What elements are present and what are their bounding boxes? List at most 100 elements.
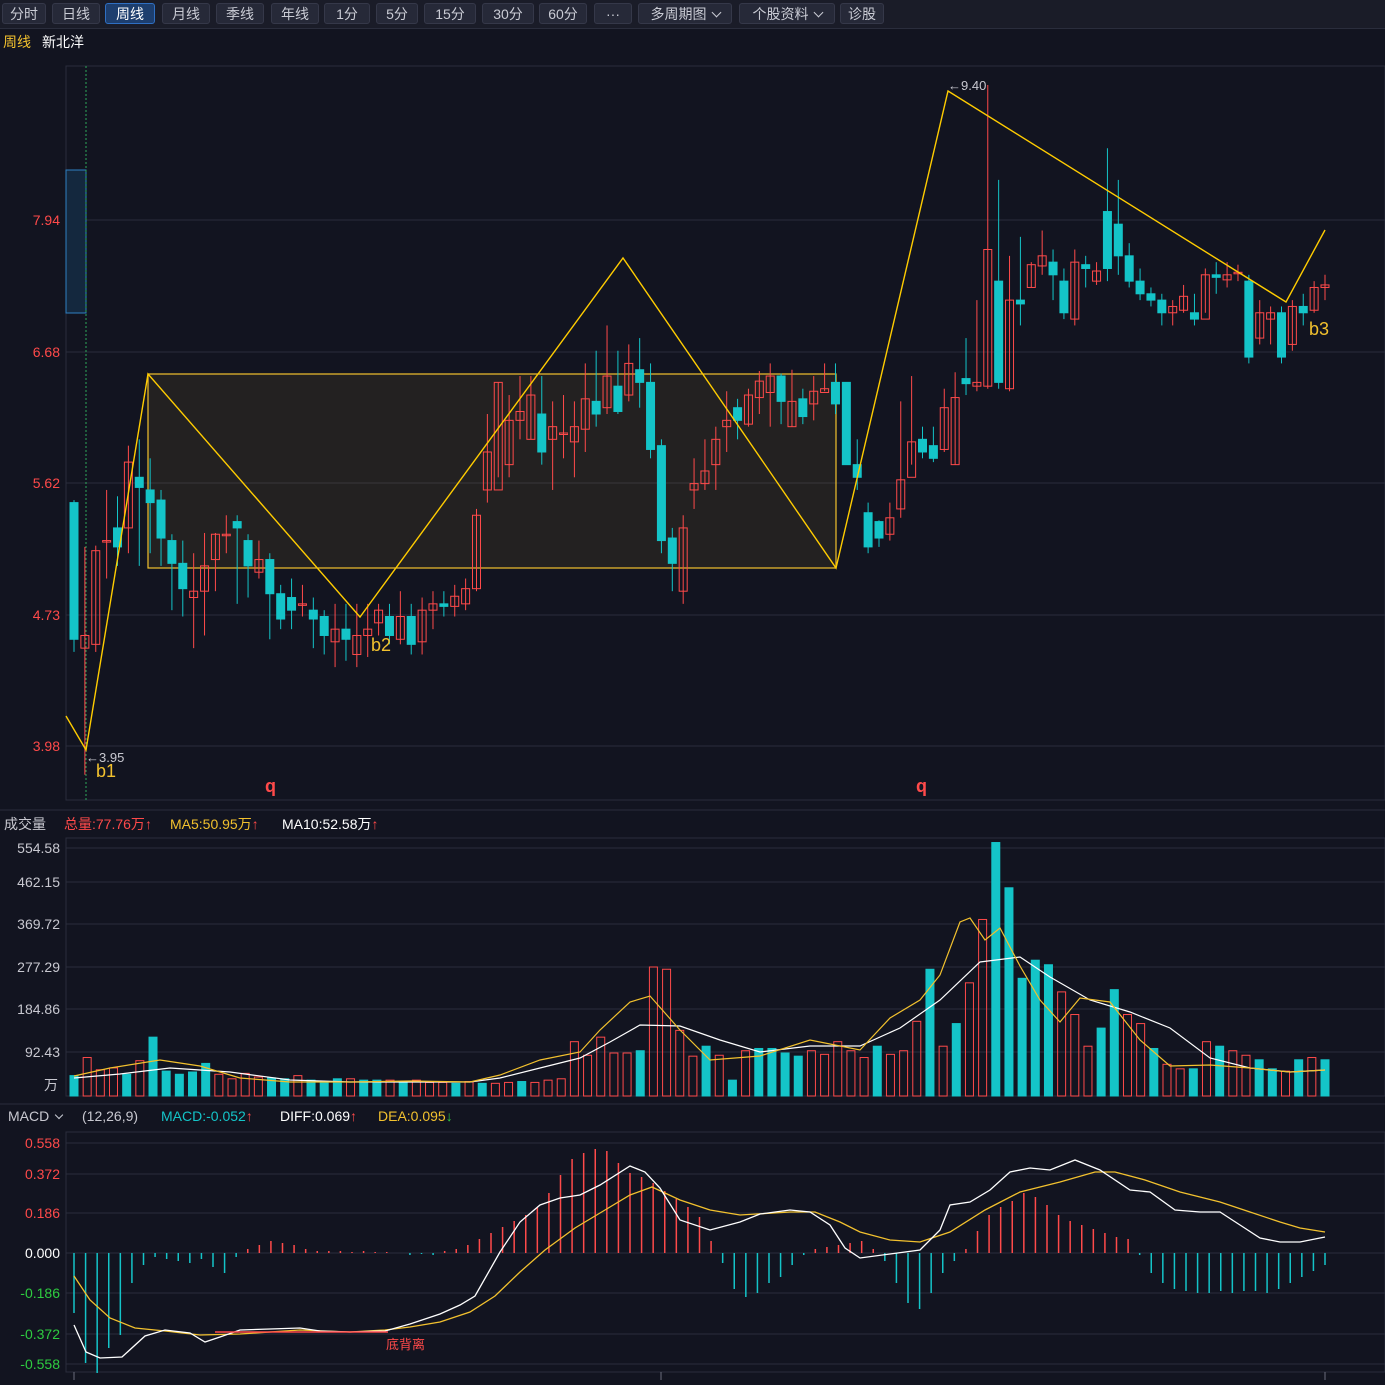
volume-grid [66, 847, 1385, 1053]
high-price-label: ←9.40 [948, 78, 986, 93]
diff-value-text: DIFF:0.069 [280, 1108, 351, 1124]
volume-bar [714, 1054, 724, 1097]
candle-body [635, 369, 645, 383]
volume-bar [609, 1052, 619, 1097]
macd-histogram [73, 1149, 1326, 1373]
candle-body [667, 537, 677, 564]
macd-value: MACD:-0.052↑ [161, 1108, 253, 1128]
consolidation-box [147, 373, 837, 569]
volume-bar [912, 1020, 922, 1097]
volume-bar [635, 1050, 645, 1097]
candle-body [1298, 305, 1308, 314]
volume-bar [451, 1082, 461, 1097]
chevron-down-icon [54, 1110, 64, 1120]
volume-bar [240, 1072, 250, 1097]
volume-bar [622, 1052, 632, 1097]
candle-body [537, 413, 547, 453]
volume-title: 成交量 [4, 816, 46, 832]
volume-total-value: 总量:77.76万 [64, 816, 145, 832]
volume-bars [69, 842, 1330, 1097]
macd-value-text: MACD:-0.052 [161, 1108, 246, 1124]
chart-area[interactable]: 7.946.685.624.733.98 ←9.40 ←3.95 b1 b2 b… [0, 0, 1385, 1385]
volume-bar [1083, 1045, 1093, 1097]
volume-bar [1280, 1070, 1290, 1097]
candle-body [841, 381, 851, 466]
candle-body [243, 540, 253, 567]
y-tick-label: -0.372 [20, 1326, 60, 1342]
candle-body [69, 502, 79, 640]
volume-bar [1307, 1057, 1317, 1097]
volume-total: 总量:77.76万↑ [64, 814, 152, 834]
candle-body [156, 499, 166, 539]
volume-bar [425, 1081, 435, 1097]
candle-body [1135, 280, 1145, 295]
marker-b2: b2 [371, 635, 391, 655]
candle-body [276, 593, 286, 620]
volume-bar [293, 1075, 303, 1097]
volume-bar [517, 1081, 527, 1097]
volume-ma5-value: MA5:50.95万 [170, 816, 252, 832]
candle-body [830, 381, 840, 405]
candle-body [1059, 280, 1069, 314]
volume-bar [806, 1050, 816, 1097]
volume-bar [188, 1071, 198, 1097]
volume-bar [1004, 887, 1014, 1097]
volume-bar [767, 1047, 777, 1097]
volume-bar [583, 1054, 593, 1097]
volume-bar [1215, 1045, 1225, 1097]
candle-body [134, 476, 144, 488]
up-arrow-icon: ↑ [144, 816, 152, 832]
volume-bar [978, 918, 988, 1097]
volume-bar [1057, 991, 1067, 1097]
volume-bar [174, 1073, 184, 1097]
volume-bar [95, 1069, 105, 1097]
macd-selector[interactable]: MACD [8, 1108, 64, 1128]
y-tick-label: -0.186 [20, 1285, 60, 1301]
volume-bar [1241, 1054, 1251, 1097]
volume-bar [1162, 1063, 1172, 1097]
volume-bar [885, 1053, 895, 1097]
volume-bar [859, 1057, 869, 1097]
candle-body [656, 445, 666, 542]
dea-value-text: DEA:0.095 [378, 1108, 446, 1124]
macd-params-value: (12,26,9) [82, 1108, 139, 1124]
marker-b3: b3 [1309, 319, 1329, 339]
y-tick-label: 277.29 [17, 959, 60, 975]
volume-bar [504, 1081, 514, 1097]
volume-bar [477, 1082, 487, 1097]
marker-b1: b1 [96, 761, 116, 781]
candle-body [265, 559, 275, 595]
candle-body [994, 280, 1004, 383]
volume-bar [464, 1081, 474, 1097]
y-tick-label: 462.15 [17, 874, 60, 890]
dea-value: DEA:0.095↓ [378, 1108, 453, 1128]
candle-body [232, 521, 242, 529]
candle-body [798, 398, 808, 418]
volume-bar [1254, 1059, 1264, 1097]
candle-body [961, 378, 971, 385]
volume-bar [793, 1055, 803, 1097]
candle-body [1048, 261, 1058, 276]
volume-bar [938, 1045, 948, 1097]
diff-line [73, 1159, 1326, 1359]
volume-bar [398, 1081, 408, 1097]
volume-bar [820, 1053, 830, 1097]
volume-bar [530, 1081, 540, 1097]
volume-bar [872, 1045, 882, 1097]
volume-ma5-line [73, 917, 1326, 1083]
y-tick-label: 6.68 [33, 344, 60, 360]
candle-body [1102, 211, 1112, 269]
candle-body [1276, 312, 1286, 358]
candle-body [918, 438, 928, 453]
macd-params: (12,26,9) [82, 1108, 138, 1128]
macd-title: MACD [8, 1108, 50, 1124]
diff-value: DIFF:0.069↑ [280, 1108, 357, 1128]
volume-bar [899, 1050, 909, 1097]
volume-ma10-value: MA10:52.58万 [282, 816, 372, 832]
volume-bar [675, 1029, 685, 1097]
candle-body [406, 616, 416, 645]
candle-body [1015, 299, 1025, 305]
volume-bar [227, 1078, 237, 1097]
candle-body [613, 385, 623, 412]
volume-unit: 万 [44, 1077, 58, 1093]
